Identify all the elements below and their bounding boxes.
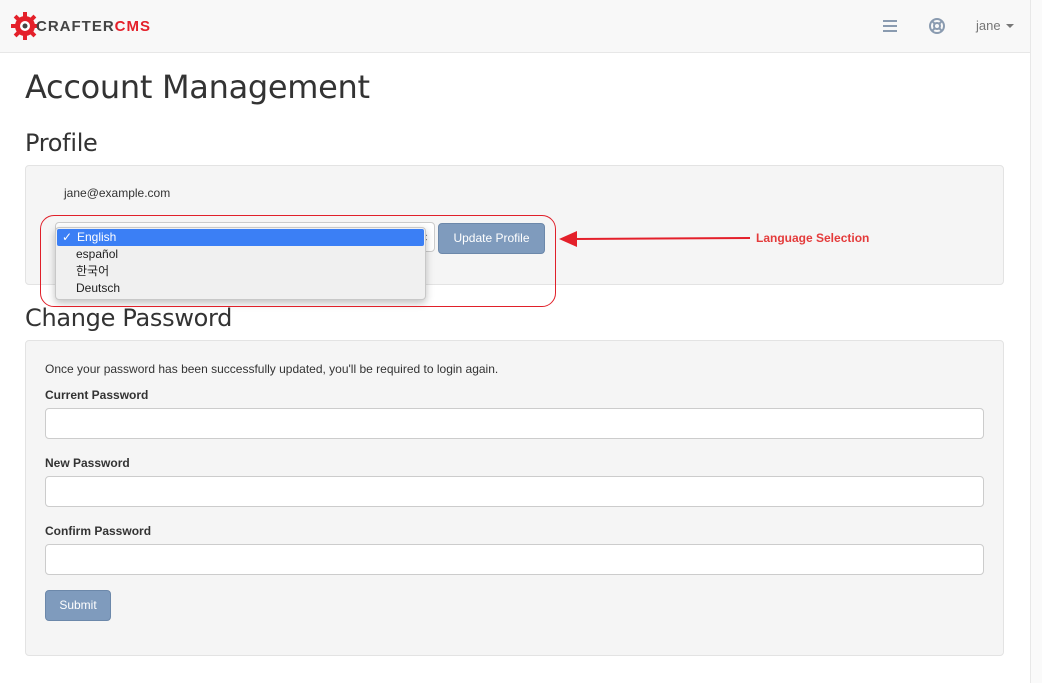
language-option-korean[interactable]: 한국어 (56, 263, 425, 280)
page-title: Account Management (25, 68, 370, 106)
crafter-cms-logo[interactable]: CRAFTERCMS (10, 10, 151, 42)
change-password-section-title: Change Password (25, 304, 233, 332)
current-password-input[interactable] (45, 408, 984, 439)
password-info-text: Once your password has been successfully… (45, 362, 499, 376)
new-password-label: New Password (45, 456, 130, 470)
profile-section-title: Profile (25, 129, 98, 157)
top-navbar: CRAFTERCMS jane (0, 0, 1030, 53)
annotation-label: Language Selection (756, 231, 870, 245)
help-lifebuoy-icon[interactable] (927, 16, 947, 36)
language-option-spanish[interactable]: español (56, 246, 425, 263)
annotation-arrow-icon (559, 231, 751, 247)
user-name: jane (976, 18, 1001, 33)
language-option-english[interactable]: ✓ English (57, 229, 424, 246)
checkmark-icon: ✓ (62, 230, 73, 244)
profile-email: jane@example.com (64, 186, 171, 200)
language-dropdown[interactable]: ✓ English español 한국어 Deutsch (55, 227, 426, 300)
language-option-german[interactable]: Deutsch (56, 280, 425, 297)
brand-name: CRAFTERCMS (36, 17, 152, 35)
chevron-down-icon (1005, 23, 1014, 28)
new-password-input[interactable] (45, 476, 984, 507)
confirm-password-input[interactable] (45, 544, 984, 575)
submit-button[interactable]: Submit (45, 590, 111, 621)
update-profile-button[interactable]: Update Profile (438, 223, 545, 254)
page-scrollbar[interactable] (1030, 0, 1042, 683)
confirm-password-label: Confirm Password (45, 524, 152, 538)
current-password-label: Current Password (45, 388, 149, 402)
user-menu[interactable]: jane (976, 18, 1014, 33)
menu-lines-icon[interactable] (880, 16, 900, 36)
